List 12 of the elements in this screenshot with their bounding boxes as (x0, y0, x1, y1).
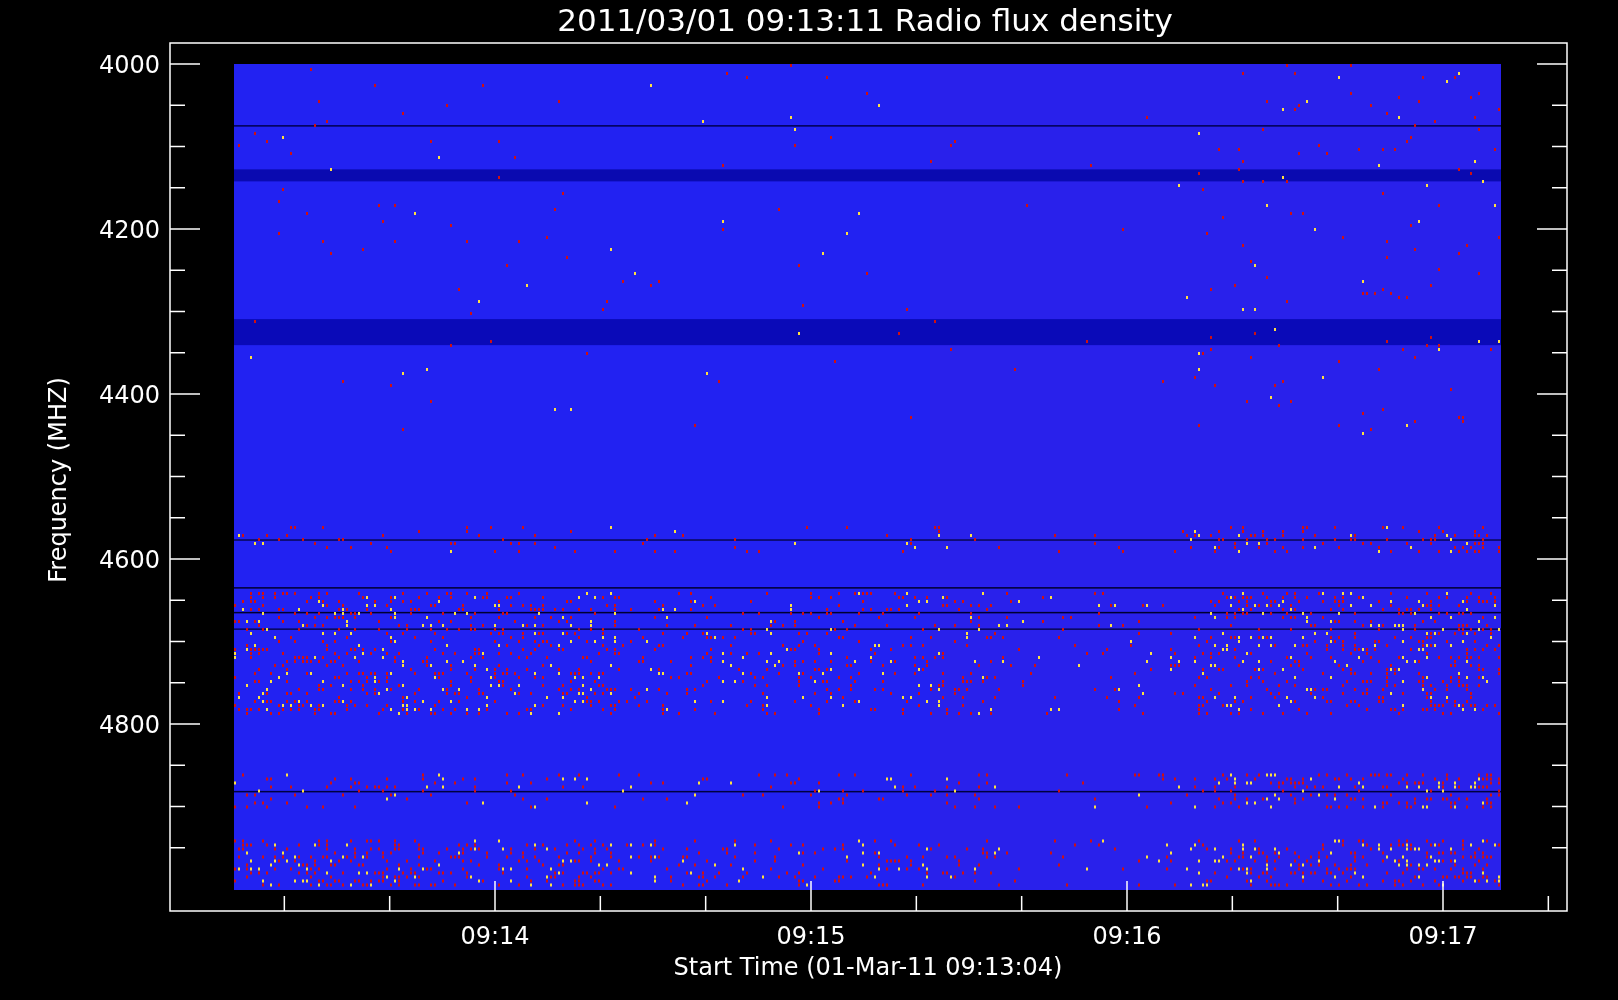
tick-label: 4000 (98, 51, 160, 79)
plot-title: 2011/03/01 09:13:11 Radio flux density (557, 2, 1173, 38)
tick-label: 09:17 (1408, 922, 1478, 950)
tick-label: 09:16 (1092, 922, 1162, 950)
axis-label: Frequency (MHZ) (44, 377, 72, 583)
tick-label: 4200 (98, 216, 160, 244)
axis-label: Start Time (01-Mar-11 09:13:04) (673, 953, 1063, 981)
tick-label: 4600 (98, 546, 160, 574)
tick-label: 09:14 (460, 922, 530, 950)
tick-label: 4400 (98, 381, 160, 409)
tick-label: 09:15 (776, 922, 846, 950)
tick-label: 4800 (98, 711, 160, 739)
